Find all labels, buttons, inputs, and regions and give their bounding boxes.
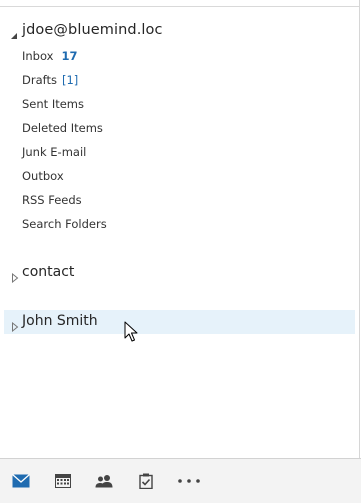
group-contact[interactable]: contact (4, 261, 355, 285)
mail-icon (12, 474, 30, 488)
folder-outbox[interactable]: Outbox (22, 169, 64, 187)
folder-label: Search Folders (22, 217, 107, 231)
group-john-smith[interactable]: John Smith (4, 310, 355, 334)
folder-inbox[interactable]: Inbox 17 (22, 49, 77, 67)
tasks-icon (139, 473, 153, 489)
folder-label: Outbox (22, 169, 64, 183)
people-nav-button[interactable] (90, 467, 118, 495)
folder-search-folders[interactable]: Search Folders (22, 217, 107, 235)
group-label: John Smith (22, 313, 98, 329)
account-name: jdoe@bluemind.loc (22, 22, 163, 38)
folder-label: Junk E-mail (22, 145, 87, 159)
more-nav-button[interactable] (175, 467, 203, 495)
unread-count: 17 (61, 49, 78, 63)
tasks-nav-button[interactable] (132, 467, 160, 495)
expand-triangle-icon[interactable] (11, 317, 19, 333)
folder-pane: jdoe@bluemind.loc Inbox 17 Drafts [1] Sent… (0, 0, 360, 458)
folder-rss-feeds[interactable]: RSS Feeds (22, 193, 82, 211)
collapse-triangle-icon[interactable] (9, 26, 19, 39)
folder-sent-items[interactable]: Sent Items (22, 97, 84, 115)
folder-deleted-items[interactable]: Deleted Items (22, 121, 103, 139)
folder-label: RSS Feeds (22, 193, 82, 207)
group-label: contact (22, 264, 75, 280)
more-icon (178, 479, 200, 483)
folder-junk-email[interactable]: Junk E-mail (22, 145, 86, 163)
folder-label: Inbox (22, 49, 54, 63)
folder-drafts[interactable]: Drafts [1] (22, 73, 78, 91)
mail-nav-button[interactable] (7, 467, 35, 495)
calendar-icon (55, 474, 71, 488)
mouse-pointer-icon (124, 321, 138, 343)
folder-label: Deleted Items (22, 121, 103, 135)
expand-triangle-icon[interactable] (11, 268, 19, 284)
account-header[interactable]: jdoe@bluemind.loc (0, 20, 355, 44)
people-icon (95, 474, 113, 488)
calendar-nav-button[interactable] (49, 467, 77, 495)
folder-label: Drafts (22, 73, 57, 87)
folder-label: Sent Items (22, 97, 84, 111)
navigation-bar (0, 458, 361, 503)
item-count: [1] (61, 73, 79, 87)
pane-divider (0, 6, 359, 7)
